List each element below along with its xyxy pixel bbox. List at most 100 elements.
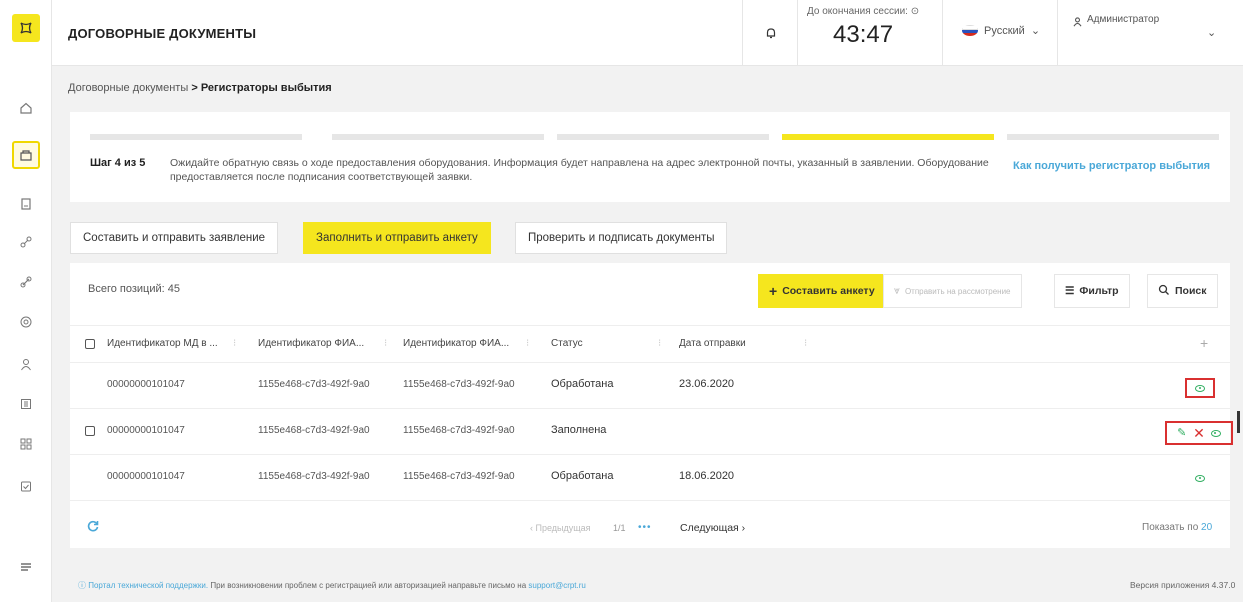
row-checkbox[interactable]: [85, 426, 95, 436]
table-row[interactable]: 00000000101047 1155e468-c7d3-492f-9a0 11…: [70, 455, 1230, 501]
footer-support: ⓘ Портал технической поддержки. При возн…: [78, 580, 586, 591]
page-title: ДОГОВОРНЫЕ ДОКУМЕНТЫ: [68, 26, 257, 41]
plus-icon: +: [769, 283, 778, 299]
pagination: ‹ Предыдущая 1/1 ••• Следующая › Показат…: [70, 509, 1230, 547]
search-button[interactable]: Поиск: [1147, 274, 1218, 308]
table-panel: Всего позиций: 45 + Составить анкету ⩔ О…: [70, 263, 1240, 548]
link-icon[interactable]: [14, 270, 38, 294]
column-label: Статус: [551, 338, 583, 349]
submit-for-review-button[interactable]: ⩔ Отправить на рассмотрение: [883, 274, 1022, 308]
cell-status: Обработана: [551, 378, 614, 390]
column-header-id-fia-2[interactable]: Идентификатор ФИА...: [403, 338, 509, 349]
step-label: Шаг 4 из 5: [90, 157, 146, 169]
home-icon[interactable]: [14, 96, 38, 120]
tab-sign-documents[interactable]: Проверить и подписать документы: [515, 222, 728, 254]
steps-panel: Шаг 4 из 5 Ожидайте обратную связь о ход…: [70, 112, 1230, 202]
language-label: Русский: [984, 24, 1025, 37]
select-all-checkbox[interactable]: [85, 339, 95, 349]
cell-status: Обработана: [551, 470, 614, 482]
header-divider: [797, 0, 798, 66]
menu-icon[interactable]: [14, 555, 38, 579]
support-portal-link[interactable]: Портал технической поддержки.: [88, 581, 208, 590]
column-header-date[interactable]: Дата отправки: [679, 338, 746, 349]
view-eye-icon[interactable]: [1210, 429, 1221, 437]
row-actions: [1190, 470, 1210, 486]
send-icon: ⩔: [894, 284, 900, 297]
app-version: Версия приложения 4.37.0: [1130, 580, 1236, 590]
cell-id-fia-1: 1155e468-c7d3-492f-9a0: [258, 379, 370, 390]
page-size-value[interactable]: 20: [1201, 522, 1212, 533]
user-menu[interactable]: Администратор: [1072, 14, 1159, 30]
filter-button[interactable]: ☰ Фильтр: [1054, 274, 1130, 308]
column-label: Идентификатор ФИА...: [403, 338, 510, 349]
view-eye-icon[interactable]: [1195, 474, 1205, 482]
column-header-id-md[interactable]: Идентификатор МД в ...: [107, 338, 218, 349]
session-timer: 43:47: [833, 21, 894, 48]
page-number: 1/1: [613, 523, 626, 533]
view-eye-icon[interactable]: [1195, 384, 1205, 392]
target-icon[interactable]: [14, 310, 38, 334]
more-pages-button[interactable]: •••: [638, 522, 652, 533]
column-header-status[interactable]: Статус: [551, 338, 583, 349]
language-select[interactable]: Русский ⌄: [962, 24, 1040, 37]
row-actions: [1185, 378, 1215, 398]
user-icon[interactable]: [14, 352, 38, 376]
next-page-label: Следующая: [680, 522, 739, 534]
step-bar-3: [557, 134, 769, 140]
page-size[interactable]: Показать по 20: [1142, 522, 1212, 533]
column-header-id-fia-1[interactable]: Идентификатор ФИА...: [258, 338, 364, 349]
step-description: Ожидайте обратную связь о ходе предостав…: [170, 157, 989, 183]
chevron-right-icon: ›: [741, 522, 746, 534]
column-sep: ⁝: [384, 338, 388, 349]
logo-icon[interactable]: [12, 14, 40, 42]
row-actions: ✎ ✕: [1165, 421, 1233, 445]
cell-id-fia-2: 1155e468-c7d3-492f-9a0: [403, 425, 515, 436]
filter-icon: ☰: [1065, 285, 1075, 297]
tab-compose-application[interactable]: Составить и отправить заявление: [70, 222, 279, 254]
how-to-get-link[interactable]: Как получить регистратор выбытия: [1013, 160, 1210, 172]
scrollbar[interactable]: [1237, 411, 1240, 433]
breadcrumb-parent[interactable]: Договорные документы: [68, 82, 188, 94]
breadcrumb-current: Регистраторы выбытия: [200, 82, 332, 94]
total-count: Всего позиций: 45: [88, 283, 180, 295]
chevron-down-icon: ⌄: [1030, 25, 1041, 37]
column-sep: ⁝: [658, 338, 662, 349]
table-row[interactable]: 00000000101047 1155e468-c7d3-492f-9a0 11…: [70, 363, 1230, 409]
cell-status: Заполнена: [551, 424, 607, 436]
bell-icon[interactable]: [760, 22, 782, 44]
create-questionnaire-button[interactable]: + Составить анкету: [758, 274, 886, 308]
tab-fill-questionnaire[interactable]: Заполнить и отправить анкету: [303, 222, 491, 254]
cell-id-fia-2: 1155e468-c7d3-492f-9a0: [403, 379, 515, 390]
step-bar-2: [332, 134, 544, 140]
add-column-button[interactable]: +: [1200, 335, 1208, 351]
cell-date: 18.06.2020: [679, 470, 735, 482]
header-divider: [1057, 0, 1058, 66]
header-divider: [942, 0, 943, 66]
user-name: Администратор: [1087, 14, 1160, 25]
search-icon: [1158, 284, 1170, 299]
delete-x-icon[interactable]: ✕: [1193, 426, 1205, 440]
cell-id-md: 00000000101047: [107, 379, 185, 390]
scissors-icon[interactable]: [14, 230, 38, 254]
refresh-icon[interactable]: [86, 519, 100, 533]
receipt-icon[interactable]: [14, 192, 38, 216]
table-row[interactable]: 00000000101047 1155e468-c7d3-492f-9a0 11…: [70, 409, 1233, 455]
cell-date: 23.06.2020: [679, 378, 735, 390]
step-bar-4: [782, 134, 994, 140]
breadcrumb-separator: >: [191, 82, 198, 94]
page-size-label: Показать по: [1142, 522, 1199, 533]
support-text: При возникновении проблем с регистрацией…: [210, 581, 527, 590]
calendar-icon[interactable]: [14, 474, 38, 498]
chevron-down-icon[interactable]: ⌄: [1207, 26, 1216, 39]
cell-id-fia-1: 1155e468-c7d3-492f-9a0: [258, 425, 370, 436]
support-email-link[interactable]: support@crpt.ru: [528, 581, 585, 590]
grid-icon[interactable]: [14, 432, 38, 456]
edit-pencil-icon[interactable]: ✎: [1177, 428, 1187, 439]
step-bar-5: [1007, 134, 1219, 140]
user-icon: [1072, 16, 1083, 30]
documents-icon[interactable]: [12, 141, 40, 169]
submit-for-review-label: Отправить на рассмотрение: [904, 286, 1011, 296]
prev-page-button[interactable]: ‹ Предыдущая: [530, 523, 591, 533]
next-page-button[interactable]: Следующая ›: [680, 522, 745, 534]
scanner-icon[interactable]: [14, 392, 38, 416]
